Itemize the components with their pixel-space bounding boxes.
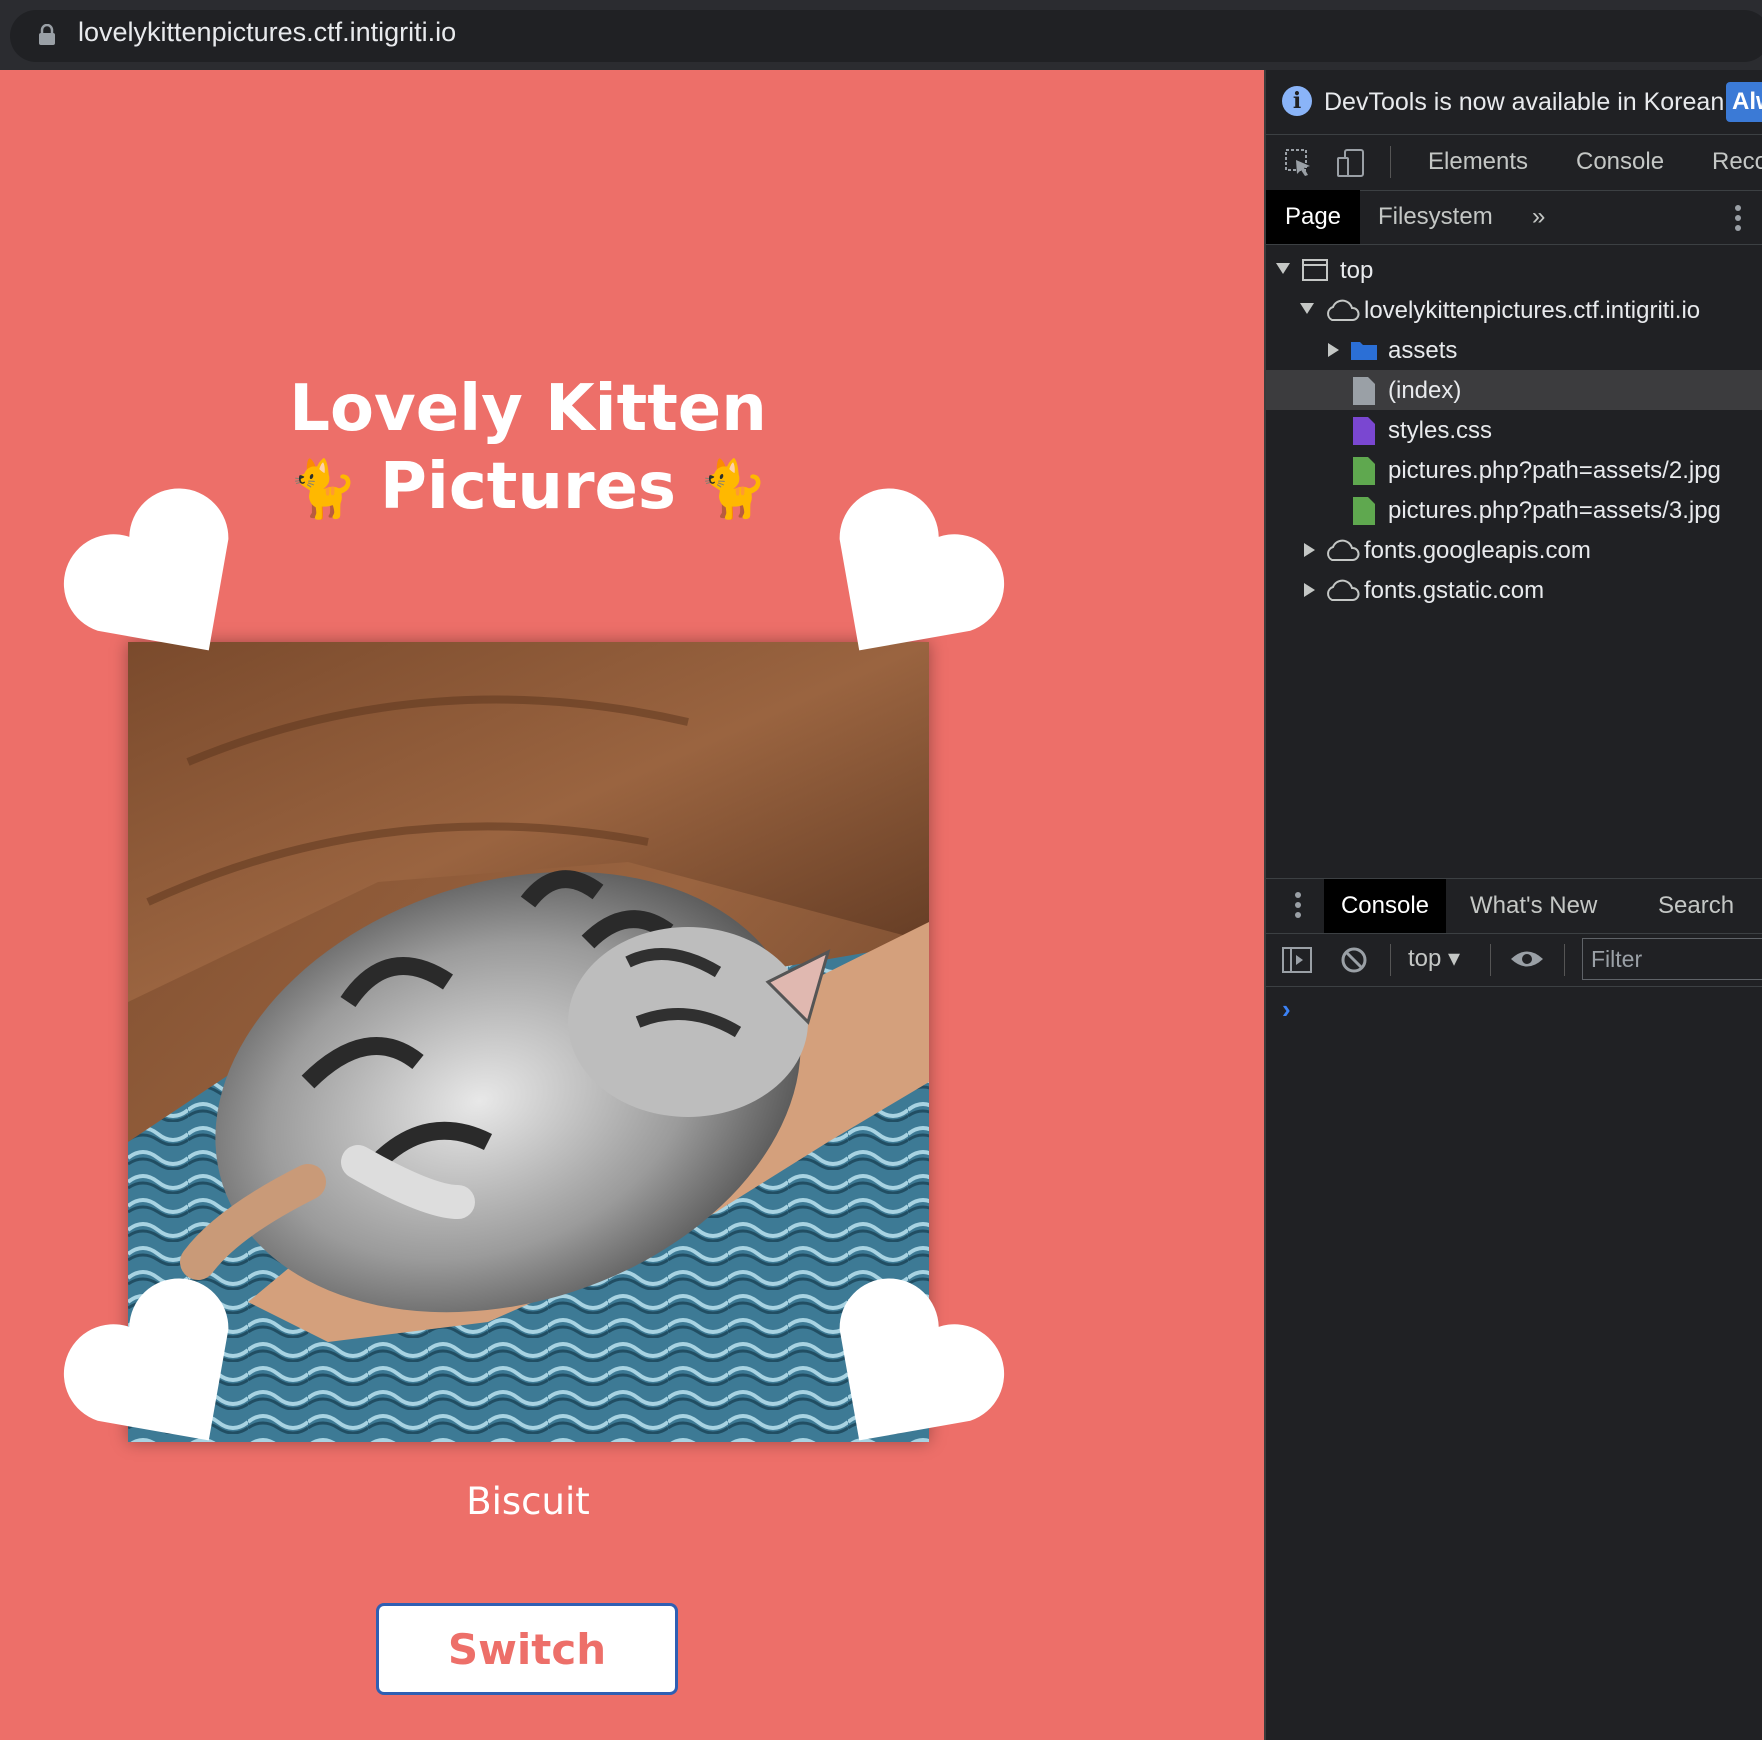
console-toolbar: top ▾ Filter	[1266, 932, 1762, 987]
devtools-main-tabs: Elements Console Reco	[1266, 134, 1762, 191]
devtools-panel: i DevTools is now available in Korean! A…	[1264, 70, 1762, 1740]
expand-arrow-icon[interactable]	[1276, 263, 1290, 274]
heart-decoration-top-right	[839, 488, 1005, 651]
expand-arrow-icon[interactable]	[1300, 303, 1314, 314]
inspect-element-icon[interactable]	[1284, 148, 1314, 178]
tree-label: fonts.googleapis.com	[1364, 537, 1591, 564]
page-title: Lovely Kitten 🐈 Pictures 🐈	[228, 370, 828, 529]
info-icon: i	[1282, 86, 1312, 116]
tree-label: pictures.php?path=assets/3.jpg	[1388, 497, 1721, 524]
drawer-tab-search[interactable]: Search	[1658, 892, 1734, 920]
tree-label: pictures.php?path=assets/2.jpg	[1388, 457, 1721, 484]
tree-label: lovelykittenpictures.ctf.intigriti.io	[1364, 297, 1701, 324]
more-tabs-icon[interactable]: »	[1532, 203, 1545, 231]
tree-item-picture-2[interactable]: pictures.php?path=assets/2.jpg	[1266, 450, 1762, 490]
title-line-1: Lovely Kitten	[289, 372, 767, 446]
kitten-caption: Biscuit	[466, 1480, 590, 1523]
sidebar-toggle-icon[interactable]	[1282, 946, 1312, 974]
switch-button[interactable]: Switch	[376, 1603, 678, 1695]
cloud-icon	[1327, 299, 1360, 321]
tab-page[interactable]: Page	[1266, 190, 1360, 244]
tree-item-styles[interactable]: styles.css	[1266, 410, 1762, 450]
collapse-arrow-icon[interactable]	[1304, 543, 1315, 557]
heart-decoration-bottom-left	[63, 1278, 229, 1441]
console-filter-input[interactable]: Filter	[1582, 938, 1762, 980]
devtools-info-bar: i DevTools is now available in Korean! A…	[1266, 70, 1762, 135]
tab-recorder[interactable]: Reco	[1712, 148, 1762, 176]
browser-address-bar: lovelykittenpictures.ctf.intigriti.io	[0, 0, 1762, 70]
title-word-pictures: Pictures	[380, 450, 676, 524]
title-line-2: 🐈 Pictures 🐈	[228, 448, 828, 529]
tree-label: (index)	[1388, 377, 1462, 404]
clear-console-icon[interactable]	[1340, 946, 1368, 974]
cat-emoji-right: 🐈	[698, 457, 769, 522]
info-message: DevTools is now available in Korean!	[1324, 88, 1732, 116]
toolbar-separator	[1564, 944, 1565, 976]
folder-icon	[1351, 342, 1377, 360]
context-selector[interactable]: top ▾	[1408, 944, 1460, 973]
tab-console[interactable]: Console	[1576, 148, 1664, 176]
tree-item-top[interactable]: top	[1266, 250, 1762, 290]
url-text[interactable]: lovelykittenpictures.ctf.intigriti.io	[78, 17, 456, 48]
tree-label: fonts.gstatic.com	[1364, 577, 1545, 604]
tree-label: top	[1340, 257, 1374, 284]
collapse-arrow-icon[interactable]	[1304, 583, 1315, 597]
tree-label: styles.css	[1388, 417, 1493, 444]
tree-item-assets[interactable]: assets	[1266, 330, 1762, 370]
stylesheet-file-icon	[1353, 417, 1375, 445]
kebab-menu-icon[interactable]	[1734, 204, 1742, 232]
cat-emoji-left: 🐈	[287, 457, 358, 522]
eye-icon[interactable]	[1510, 948, 1544, 970]
tab-filesystem[interactable]: Filesystem	[1378, 203, 1493, 231]
tree-item-domain[interactable]: lovelykittenpictures.ctf.intigriti.io	[1266, 290, 1762, 330]
sources-navigator-tabs: Page Filesystem »	[1266, 190, 1762, 245]
console-prompt[interactable]: ›	[1282, 994, 1291, 1025]
lock-icon[interactable]	[38, 24, 56, 46]
heart-decoration-bottom-right	[839, 1278, 1005, 1441]
drawer-menu-icon[interactable]	[1294, 891, 1302, 919]
tree-item-picture-3[interactable]: pictures.php?path=assets/3.jpg	[1266, 490, 1762, 530]
cloud-icon	[1327, 579, 1360, 601]
drawer-tab-console[interactable]: Console	[1324, 879, 1446, 933]
image-file-icon	[1353, 457, 1375, 485]
document-icon	[1353, 377, 1375, 405]
drawer-tab-whats-new[interactable]: What's New	[1470, 892, 1597, 920]
toolbar-separator	[1490, 944, 1491, 976]
drawer-tabs: Console What's New Search	[1266, 878, 1762, 934]
tree-label: assets	[1388, 337, 1458, 364]
tree-item-googleapis[interactable]: fonts.googleapis.com	[1266, 530, 1762, 570]
cloud-icon	[1327, 539, 1360, 561]
tab-elements[interactable]: Elements	[1428, 148, 1528, 176]
device-toolbar-icon[interactable]	[1336, 148, 1366, 178]
heart-decoration-top-left	[63, 488, 229, 651]
tree-item-gstatic[interactable]: fonts.gstatic.com	[1266, 570, 1762, 610]
always-match-button[interactable]: Alw	[1726, 82, 1762, 122]
frame-icon	[1302, 259, 1328, 281]
tree-item-index[interactable]: (index)	[1266, 370, 1762, 410]
collapse-arrow-icon[interactable]	[1328, 343, 1339, 357]
toolbar-separator	[1390, 944, 1391, 976]
web-page: Lovely Kitten 🐈 Pictures 🐈 Biscuit Switc…	[0, 70, 1264, 1740]
context-label: top	[1408, 945, 1442, 972]
toolbar-separator	[1390, 146, 1391, 178]
image-file-icon	[1353, 497, 1375, 525]
